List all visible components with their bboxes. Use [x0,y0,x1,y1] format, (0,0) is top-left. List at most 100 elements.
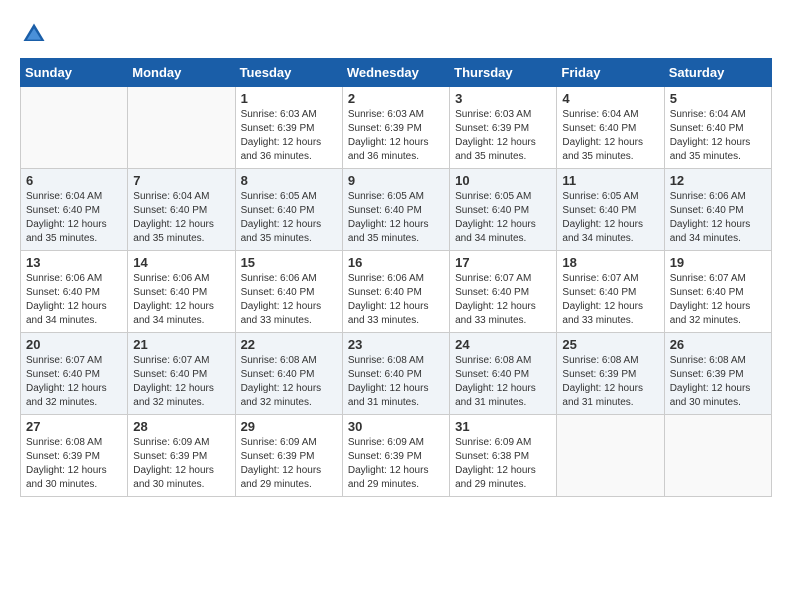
calendar-cell: 16 Sunrise: 6:06 AM Sunset: 6:40 PM Dayli… [342,251,449,333]
calendar-cell: 6 Sunrise: 6:04 AM Sunset: 6:40 PM Daylig… [21,169,128,251]
day-info: Sunrise: 6:09 AM Sunset: 6:39 PM Dayligh… [133,436,229,492]
day-number: 16 [348,255,444,270]
calendar-cell [21,87,128,169]
calendar-cell: 5 Sunrise: 6:04 AM Sunset: 6:40 PM Daylig… [664,87,771,169]
day-number: 14 [133,255,229,270]
day-number: 4 [562,91,658,106]
day-info: Sunrise: 6:09 AM Sunset: 6:39 PM Dayligh… [348,436,444,492]
day-info: Sunrise: 6:06 AM Sunset: 6:40 PM Dayligh… [348,272,444,328]
weekday-header: Saturday [664,59,771,87]
day-info: Sunrise: 6:07 AM Sunset: 6:40 PM Dayligh… [670,272,766,328]
day-info: Sunrise: 6:08 AM Sunset: 6:40 PM Dayligh… [348,354,444,410]
calendar-cell: 17 Sunrise: 6:07 AM Sunset: 6:40 PM Dayli… [450,251,557,333]
day-info: Sunrise: 6:04 AM Sunset: 6:40 PM Dayligh… [562,108,658,164]
calendar-cell [664,415,771,497]
day-info: Sunrise: 6:05 AM Sunset: 6:40 PM Dayligh… [241,190,337,246]
day-number: 26 [670,337,766,352]
calendar-cell: 26Sunrise: 6:08 AM Sunset: 6:39 PM Dayli… [664,333,771,415]
day-number: 29 [241,419,337,434]
day-number: 11 [562,173,658,188]
calendar-cell: 12 Sunrise: 6:06 AM Sunset: 6:40 PM Dayli… [664,169,771,251]
day-number: 3 [455,91,551,106]
weekday-header: Tuesday [235,59,342,87]
day-number: 7 [133,173,229,188]
day-number: 21 [133,337,229,352]
calendar-cell: 23 Sunrise: 6:08 AM Sunset: 6:40 PM Dayli… [342,333,449,415]
day-number: 30 [348,419,444,434]
day-number: 8 [241,173,337,188]
calendar-cell: 31Sunrise: 6:09 AM Sunset: 6:38 PM Dayli… [450,415,557,497]
day-number: 5 [670,91,766,106]
calendar-cell: 15 Sunrise: 6:06 AM Sunset: 6:40 PM Dayli… [235,251,342,333]
day-number: 19 [670,255,766,270]
day-info: Sunrise: 6:03 AM Sunset: 6:39 PM Dayligh… [455,108,551,164]
calendar-cell: 27 Sunrise: 6:08 AM Sunset: 6:39 PM Dayli… [21,415,128,497]
calendar-cell: 30 Sunrise: 6:09 AM Sunset: 6:39 PM Dayli… [342,415,449,497]
day-number: 27 [26,419,122,434]
day-info: Sunrise: 6:05 AM Sunset: 6:40 PM Dayligh… [455,190,551,246]
weekday-header-row: SundayMondayTuesdayWednesdayThursdayFrid… [21,59,772,87]
calendar-cell: 21 Sunrise: 6:07 AM Sunset: 6:40 PM Dayli… [128,333,235,415]
calendar-cell: 8 Sunrise: 6:05 AM Sunset: 6:40 PM Daylig… [235,169,342,251]
calendar-cell: 14 Sunrise: 6:06 AM Sunset: 6:40 PM Dayli… [128,251,235,333]
calendar-cell [557,415,664,497]
day-info: Sunrise: 6:06 AM Sunset: 6:40 PM Dayligh… [670,190,766,246]
calendar-cell: 9Sunrise: 6:05 AM Sunset: 6:40 PM Daylig… [342,169,449,251]
day-number: 23 [348,337,444,352]
day-info: Sunrise: 6:06 AM Sunset: 6:40 PM Dayligh… [241,272,337,328]
day-number: 13 [26,255,122,270]
calendar-cell: 22Sunrise: 6:08 AM Sunset: 6:40 PM Dayli… [235,333,342,415]
weekday-header: Thursday [450,59,557,87]
day-number: 12 [670,173,766,188]
calendar-cell: 1 Sunrise: 6:03 AM Sunset: 6:39 PM Daylig… [235,87,342,169]
day-number: 1 [241,91,337,106]
calendar-cell: 20 Sunrise: 6:07 AM Sunset: 6:40 PM Dayli… [21,333,128,415]
day-number: 10 [455,173,551,188]
calendar-cell: 7 Sunrise: 6:04 AM Sunset: 6:40 PM Daylig… [128,169,235,251]
calendar-table: SundayMondayTuesdayWednesdayThursdayFrid… [20,58,772,497]
day-number: 18 [562,255,658,270]
calendar-cell: 18Sunrise: 6:07 AM Sunset: 6:40 PM Dayli… [557,251,664,333]
calendar-week-row: 13 Sunrise: 6:06 AM Sunset: 6:40 PM Dayli… [21,251,772,333]
calendar-week-row: 20 Sunrise: 6:07 AM Sunset: 6:40 PM Dayli… [21,333,772,415]
day-info: Sunrise: 6:04 AM Sunset: 6:40 PM Dayligh… [133,190,229,246]
calendar-cell: 10 Sunrise: 6:05 AM Sunset: 6:40 PM Dayli… [450,169,557,251]
calendar-week-row: 27 Sunrise: 6:08 AM Sunset: 6:39 PM Dayli… [21,415,772,497]
calendar-week-row: 6 Sunrise: 6:04 AM Sunset: 6:40 PM Daylig… [21,169,772,251]
day-info: Sunrise: 6:09 AM Sunset: 6:39 PM Dayligh… [241,436,337,492]
day-number: 22 [241,337,337,352]
day-number: 20 [26,337,122,352]
calendar-cell: 25Sunrise: 6:08 AM Sunset: 6:39 PM Dayli… [557,333,664,415]
day-number: 31 [455,419,551,434]
day-info: Sunrise: 6:07 AM Sunset: 6:40 PM Dayligh… [133,354,229,410]
day-number: 17 [455,255,551,270]
day-number: 6 [26,173,122,188]
day-info: Sunrise: 6:06 AM Sunset: 6:40 PM Dayligh… [133,272,229,328]
weekday-header: Sunday [21,59,128,87]
day-info: Sunrise: 6:07 AM Sunset: 6:40 PM Dayligh… [455,272,551,328]
logo [20,20,52,48]
calendar-cell: 11Sunrise: 6:05 AM Sunset: 6:40 PM Dayli… [557,169,664,251]
day-number: 15 [241,255,337,270]
calendar-cell: 28 Sunrise: 6:09 AM Sunset: 6:39 PM Dayli… [128,415,235,497]
calendar-week-row: 1 Sunrise: 6:03 AM Sunset: 6:39 PM Daylig… [21,87,772,169]
day-number: 28 [133,419,229,434]
page-header [20,20,772,48]
day-number: 2 [348,91,444,106]
calendar-cell: 13 Sunrise: 6:06 AM Sunset: 6:40 PM Dayli… [21,251,128,333]
weekday-header: Friday [557,59,664,87]
day-info: Sunrise: 6:08 AM Sunset: 6:39 PM Dayligh… [26,436,122,492]
calendar-cell: 24 Sunrise: 6:08 AM Sunset: 6:40 PM Dayli… [450,333,557,415]
day-info: Sunrise: 6:04 AM Sunset: 6:40 PM Dayligh… [26,190,122,246]
day-number: 9 [348,173,444,188]
day-info: Sunrise: 6:04 AM Sunset: 6:40 PM Dayligh… [670,108,766,164]
day-number: 24 [455,337,551,352]
calendar-cell: 2Sunrise: 6:03 AM Sunset: 6:39 PM Daylig… [342,87,449,169]
weekday-header: Wednesday [342,59,449,87]
calendar-cell [128,87,235,169]
day-info: Sunrise: 6:08 AM Sunset: 6:40 PM Dayligh… [455,354,551,410]
calendar-cell: 29 Sunrise: 6:09 AM Sunset: 6:39 PM Dayli… [235,415,342,497]
day-info: Sunrise: 6:03 AM Sunset: 6:39 PM Dayligh… [241,108,337,164]
day-info: Sunrise: 6:07 AM Sunset: 6:40 PM Dayligh… [26,354,122,410]
day-info: Sunrise: 6:06 AM Sunset: 6:40 PM Dayligh… [26,272,122,328]
